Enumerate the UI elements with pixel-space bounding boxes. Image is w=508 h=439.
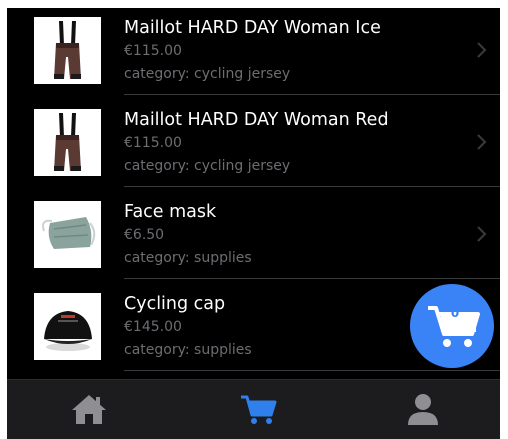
product-price: €115.00 <box>124 135 182 151</box>
chevron-right-icon <box>475 224 489 244</box>
product-row[interactable]: Maillot HARD DAY Woman Red €115.00 categ… <box>7 95 500 187</box>
product-category: category: supplies <box>124 342 252 358</box>
product-price: €145.00 <box>124 319 182 335</box>
tab-profile[interactable] <box>404 392 442 426</box>
tab-bar-divider <box>7 379 500 380</box>
product-name: Maillot HARD DAY Woman Red <box>124 110 389 130</box>
product-price: €115.00 <box>124 43 182 59</box>
row-separator <box>124 370 500 371</box>
tab-home[interactable] <box>70 392 108 426</box>
product-row[interactable]: Maillot HARD DAY Woman Ice €115.00 categ… <box>7 8 500 95</box>
cycling-cap-image <box>34 293 101 360</box>
product-price: €6.50 <box>124 227 165 243</box>
home-icon <box>72 395 106 424</box>
product-name: Cycling cap <box>124 294 226 314</box>
app-screen: Maillot HARD DAY Woman Ice €115.00 categ… <box>7 8 500 439</box>
bottom-tab-bar <box>7 379 500 439</box>
face-mask-image <box>34 201 101 268</box>
product-category: category: cycling jersey <box>124 66 291 82</box>
chevron-right-icon <box>475 132 489 152</box>
product-category: category: cycling jersey <box>124 158 291 174</box>
chevron-right-icon <box>475 40 489 60</box>
tab-cart[interactable] <box>239 392 277 426</box>
product-name: Maillot HARD DAY Woman Ice <box>124 18 381 38</box>
product-name: Face mask <box>124 202 217 222</box>
cart-icon <box>241 395 277 424</box>
bib-shorts-image <box>34 109 101 176</box>
cart-count-badge: 0 <box>450 306 460 320</box>
profile-icon <box>408 394 438 425</box>
product-row[interactable]: Face mask €6.50 category: supplies <box>7 187 500 279</box>
cart-fab-button[interactable]: 0 <box>410 284 494 368</box>
product-category: category: supplies <box>124 250 252 266</box>
bib-shorts-image <box>34 17 101 84</box>
